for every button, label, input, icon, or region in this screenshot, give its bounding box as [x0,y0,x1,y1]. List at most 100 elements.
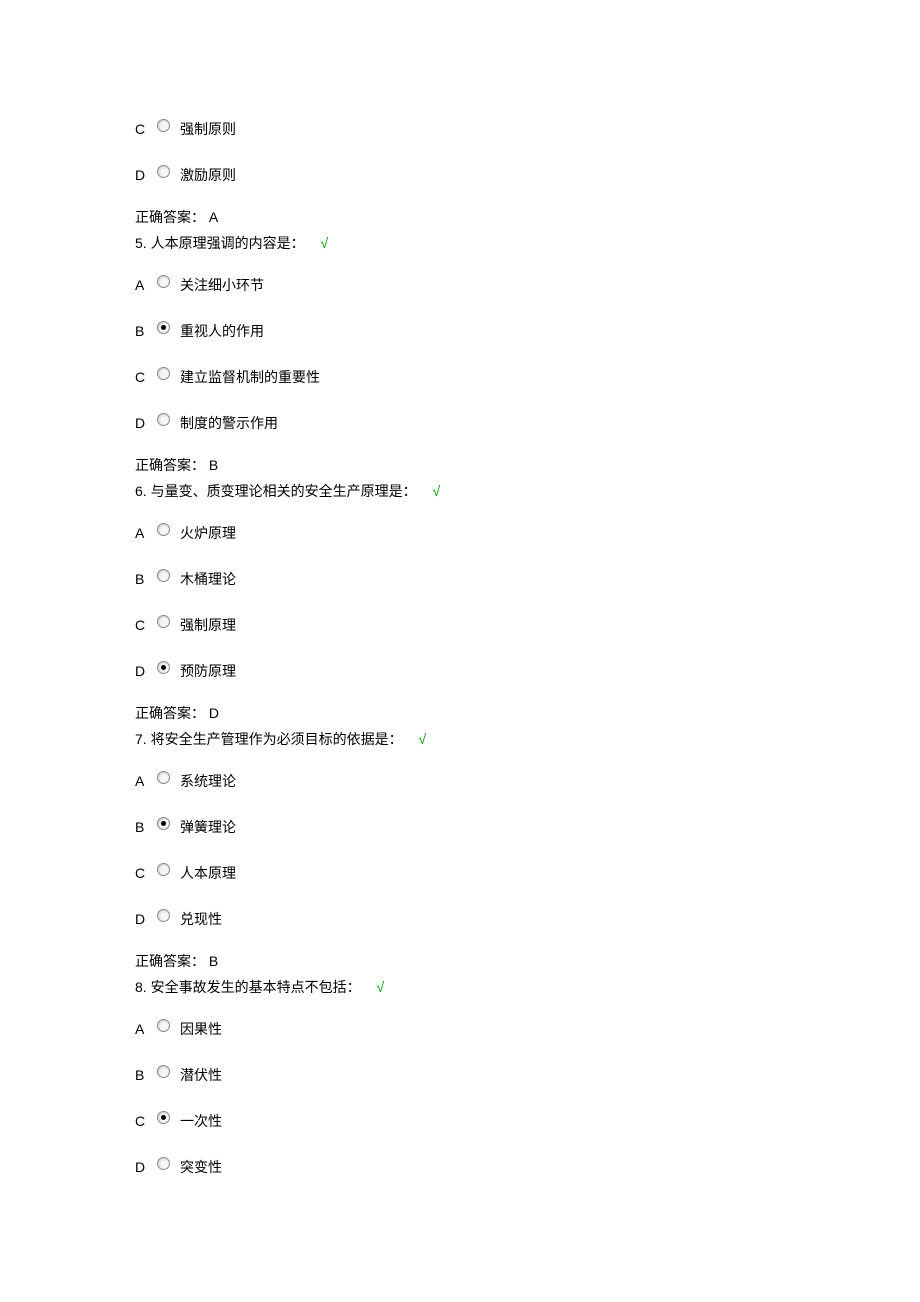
option-row: A 关注细小环节 [135,271,920,299]
radio-unselected-icon[interactable] [157,1157,170,1170]
answer-prefix: 正确答案： [135,209,205,225]
radio-unselected-icon[interactable] [157,523,170,536]
option-row: D 激励原则 [135,161,920,189]
question-text: 与量变、质变理论相关的安全生产原理是： [151,483,417,499]
option-text: 预防原理 [180,661,236,681]
question-line: 5. 人本原理强调的内容是： √ [135,233,920,253]
radio-unselected-icon[interactable] [157,771,170,784]
correct-answer-line: 正确答案： B [135,455,920,475]
option-letter: D [135,911,153,927]
option-text: 重视人的作用 [180,321,264,341]
radio-unselected-icon[interactable] [157,909,170,922]
option-row: B 重视人的作用 [135,317,920,345]
question-text: 将安全生产管理作为必须目标的依据是： [151,731,403,747]
option-letter: D [135,415,153,431]
option-letter: C [135,121,153,137]
correct-answer-line: 正确答案： B [135,951,920,971]
option-row: A 因果性 [135,1015,920,1043]
check-icon: √ [432,483,440,499]
radio-selected-icon[interactable] [157,817,170,830]
radio-unselected-icon[interactable] [157,413,170,426]
question-block-5: 5. 人本原理强调的内容是： √ A 关注细小环节 B 重视人的作用 C 建立监… [135,233,920,475]
radio-unselected-icon[interactable] [157,1019,170,1032]
option-letter: D [135,167,153,183]
radio-unselected-icon[interactable] [157,569,170,582]
option-text: 强制原理 [180,615,236,635]
question-number: 7. [135,731,147,747]
answer-letter: B [209,457,218,473]
option-letter: A [135,1021,153,1037]
radio-unselected-icon[interactable] [157,863,170,876]
option-text: 突变性 [180,1157,222,1177]
answer-letter: B [209,953,218,969]
option-text: 木桶理论 [180,569,236,589]
answer-letter: D [209,705,219,721]
question-text: 安全事故发生的基本特点不包括： [151,979,361,995]
option-row: D 制度的警示作用 [135,409,920,437]
option-text: 人本原理 [180,863,236,883]
option-letter: C [135,369,153,385]
correct-answer-line: 正确答案： A [135,207,920,227]
option-letter: B [135,323,153,339]
question-block-partial: C 强制原则 D 激励原则 正确答案： A [135,115,920,227]
option-row: A 系统理论 [135,767,920,795]
option-row: C 强制原则 [135,115,920,143]
radio-unselected-icon[interactable] [157,615,170,628]
question-block-8: 8. 安全事故发生的基本特点不包括： √ A 因果性 B 潜伏性 C 一次性 D… [135,977,920,1181]
option-text: 火炉原理 [180,523,236,543]
question-line: 7. 将安全生产管理作为必须目标的依据是： √ [135,729,920,749]
answer-letter: A [209,209,218,225]
check-icon: √ [418,731,426,747]
option-letter: C [135,865,153,881]
option-letter: C [135,1113,153,1129]
option-text: 关注细小环节 [180,275,264,295]
question-number: 5. [135,235,147,251]
question-number: 6. [135,483,147,499]
question-line: 8. 安全事故发生的基本特点不包括： √ [135,977,920,997]
answer-prefix: 正确答案： [135,953,205,969]
check-icon: √ [320,235,328,251]
radio-selected-icon[interactable] [157,1111,170,1124]
question-number: 8. [135,979,147,995]
option-text: 制度的警示作用 [180,413,278,433]
option-row: D 突变性 [135,1153,920,1181]
option-letter: D [135,663,153,679]
radio-selected-icon[interactable] [157,321,170,334]
radio-selected-icon[interactable] [157,661,170,674]
option-text: 系统理论 [180,771,236,791]
option-row: C 人本原理 [135,859,920,887]
check-icon: √ [376,979,384,995]
option-text: 兑现性 [180,909,222,929]
option-text: 一次性 [180,1111,222,1131]
option-letter: B [135,1067,153,1083]
option-letter: C [135,617,153,633]
option-text: 建立监督机制的重要性 [180,367,320,387]
radio-unselected-icon[interactable] [157,119,170,132]
question-line: 6. 与量变、质变理论相关的安全生产原理是： √ [135,481,920,501]
option-text: 激励原则 [180,165,236,185]
option-row: C 强制原理 [135,611,920,639]
option-text: 弹簧理论 [180,817,236,837]
option-row: C 一次性 [135,1107,920,1135]
option-row: B 木桶理论 [135,565,920,593]
option-letter: A [135,525,153,541]
option-row: B 弹簧理论 [135,813,920,841]
option-row: C 建立监督机制的重要性 [135,363,920,391]
option-text: 潜伏性 [180,1065,222,1085]
question-block-7: 7. 将安全生产管理作为必须目标的依据是： √ A 系统理论 B 弹簧理论 C … [135,729,920,971]
option-text: 强制原则 [180,119,236,139]
option-row: A 火炉原理 [135,519,920,547]
question-block-6: 6. 与量变、质变理论相关的安全生产原理是： √ A 火炉原理 B 木桶理论 C… [135,481,920,723]
option-letter: A [135,277,153,293]
option-letter: A [135,773,153,789]
option-row: B 潜伏性 [135,1061,920,1089]
option-letter: B [135,819,153,835]
radio-unselected-icon[interactable] [157,367,170,380]
option-letter: D [135,1159,153,1175]
option-row: D 兑现性 [135,905,920,933]
answer-prefix: 正确答案： [135,705,205,721]
radio-unselected-icon[interactable] [157,1065,170,1078]
radio-unselected-icon[interactable] [157,165,170,178]
option-letter: B [135,571,153,587]
radio-unselected-icon[interactable] [157,275,170,288]
